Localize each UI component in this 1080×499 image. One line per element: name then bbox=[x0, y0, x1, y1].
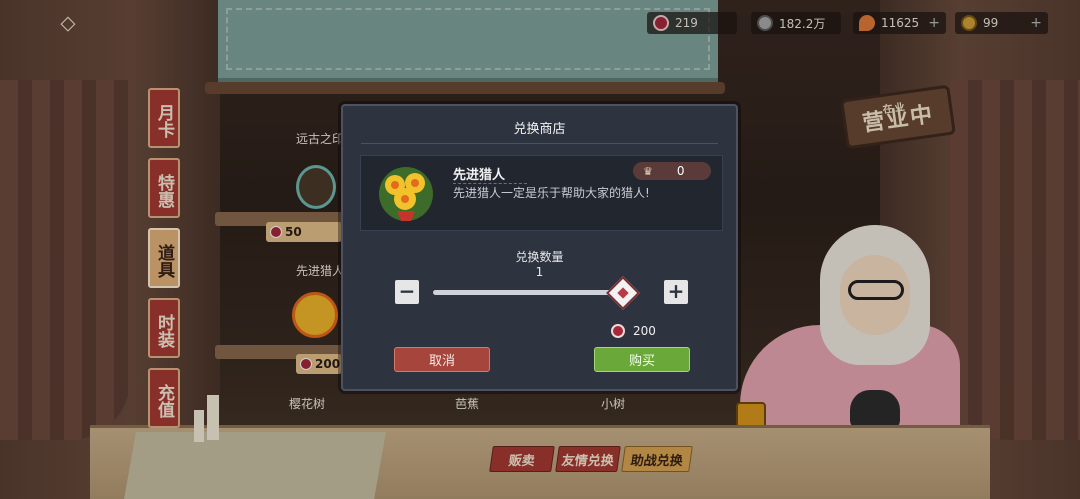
exchange-shop-dialog: 兑换商店 先进猎人 先进猎人一定是乐于帮助大家的猎人! ♛ 0 兑换数量 1 −… bbox=[341, 104, 738, 391]
total-price: 200 bbox=[611, 324, 656, 338]
increase-button[interactable]: + bbox=[664, 280, 688, 304]
divider bbox=[453, 183, 527, 184]
quantity-value: 1 bbox=[535, 265, 544, 279]
cancel-button[interactable]: 取消 bbox=[394, 347, 490, 372]
owned-count: 0 bbox=[676, 164, 685, 178]
decrease-button[interactable]: − bbox=[395, 280, 419, 304]
ruby-coin-icon bbox=[611, 324, 625, 338]
item-card: 先进猎人 先进猎人一定是乐于帮助大家的猎人! ♛ 0 bbox=[360, 155, 723, 231]
item-name: 先进猎人 bbox=[453, 168, 506, 183]
flower-bouquet-icon bbox=[379, 167, 433, 221]
buy-button[interactable]: 购买 bbox=[594, 347, 690, 372]
price-value: 200 bbox=[633, 324, 656, 338]
quantity-slider[interactable] bbox=[433, 290, 623, 295]
item-description: 先进猎人一定是乐于帮助大家的猎人! bbox=[453, 186, 650, 200]
dialog-title: 兑换商店 bbox=[513, 122, 566, 137]
slider-handle[interactable] bbox=[606, 276, 640, 310]
owned-count-badge: ♛ 0 bbox=[633, 162, 711, 180]
crown-icon: ♛ bbox=[643, 164, 653, 178]
quantity-label: 兑换数量 bbox=[515, 250, 564, 264]
divider bbox=[361, 143, 718, 144]
